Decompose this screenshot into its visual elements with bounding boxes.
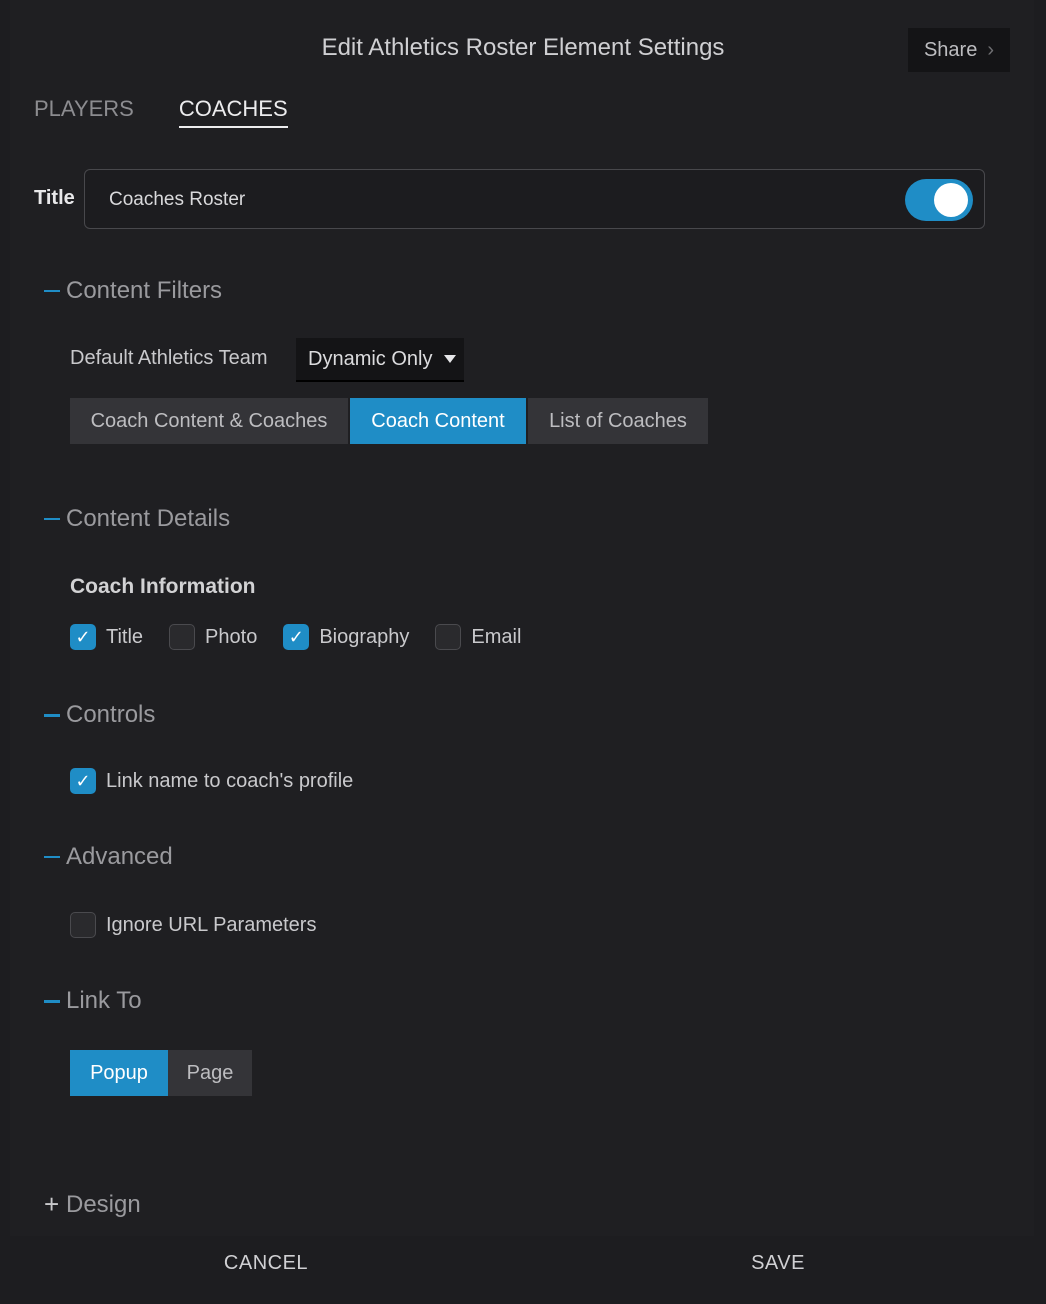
checkbox-title[interactable]: ✓ Title [70, 624, 143, 650]
checkbox-photo[interactable]: Photo [169, 624, 257, 650]
default-team-select[interactable]: Dynamic Only [296, 338, 464, 382]
title-input[interactable]: Coaches Roster [84, 169, 985, 229]
design-header[interactable]: + Design [44, 1189, 141, 1220]
default-team-value: Dynamic Only [308, 347, 433, 370]
controls-heading: Controls [66, 701, 156, 728]
collapse-minus-icon [44, 518, 60, 520]
expand-plus-icon: + [44, 1189, 60, 1219]
checkbox-empty-icon [70, 912, 96, 938]
checkbox-title-label: Title [106, 625, 144, 648]
title-label: Title [34, 187, 75, 209]
collapse-minus-icon [44, 290, 60, 292]
advanced-header[interactable]: Advanced [44, 843, 173, 871]
advanced-heading: Advanced [66, 843, 173, 870]
display-mode-segmented: Coach Content & Coaches Coach Content Li… [70, 398, 710, 444]
share-label: Share [923, 38, 978, 61]
tab-players[interactable]: PLAYERS [34, 96, 134, 128]
checkbox-email[interactable]: Email [435, 624, 521, 650]
link-to-segmented: Popup Page [70, 1050, 254, 1096]
collapse-minus-icon [44, 999, 60, 1003]
modal-footer: CANCEL SAVE [0, 1236, 1046, 1304]
checkbox-empty-icon [169, 624, 196, 650]
controls-header[interactable]: Controls [44, 701, 155, 729]
content-details-header[interactable]: Content Details [44, 505, 230, 533]
checkbox-email-label: Email [471, 625, 522, 648]
chevron-right-icon: › [987, 38, 995, 61]
design-heading: Design [66, 1190, 141, 1218]
checkbox-empty-icon [435, 624, 462, 650]
link-name-label: Link name to coach's profile [106, 769, 354, 792]
edit-settings-modal: Edit Athletics Roster Element Settings S… [0, 0, 1046, 1304]
option-coach-content-and-coaches[interactable]: Coach Content & Coaches [70, 398, 348, 444]
coach-information-subheading: Coach Information [70, 575, 256, 598]
coach-info-checkboxes: ✓ Title Photo ✓ Biography Email [70, 624, 547, 650]
cancel-button[interactable]: CANCEL [116, 1252, 416, 1275]
checkmark-icon: ✓ [70, 624, 96, 650]
checkbox-ignore-url[interactable]: Ignore URL Parameters [70, 912, 316, 938]
link-to-header[interactable]: Link To [44, 987, 142, 1015]
checkbox-biography-label: Biography [319, 625, 410, 648]
share-button[interactable]: Share › [908, 28, 1010, 72]
checkmark-icon: ✓ [283, 624, 310, 650]
option-list-of-coaches[interactable]: List of Coaches [528, 398, 708, 444]
content-filters-heading: Content Filters [66, 277, 223, 304]
checkbox-photo-label: Photo [205, 625, 258, 648]
option-popup[interactable]: Popup [70, 1050, 168, 1096]
ignore-url-label: Ignore URL Parameters [106, 913, 317, 936]
option-page[interactable]: Page [168, 1050, 252, 1096]
content-details-heading: Content Details [66, 505, 231, 532]
caret-down-icon [444, 355, 456, 363]
option-coach-content[interactable]: Coach Content [350, 398, 526, 444]
modal-title: Edit Athletics Roster Element Settings [321, 34, 725, 61]
link-to-heading: Link To [66, 987, 142, 1014]
title-input-value: Coaches Roster [109, 189, 246, 210]
title-visibility-toggle[interactable] [905, 179, 973, 221]
save-button[interactable]: SAVE [628, 1252, 928, 1275]
default-team-label: Default Athletics Team [70, 347, 268, 369]
collapse-minus-icon [44, 713, 60, 717]
checkbox-biography[interactable]: ✓ Biography [283, 624, 409, 650]
tab-coaches[interactable]: COACHES [178, 96, 288, 128]
checkmark-icon: ✓ [70, 768, 96, 794]
checkbox-link-name[interactable]: ✓ Link name to coach's profile [70, 768, 353, 794]
content-filters-header[interactable]: Content Filters [44, 277, 222, 305]
tab-bar: PLAYERS COACHES [34, 96, 288, 128]
collapse-minus-icon [44, 856, 60, 858]
toggle-knob [934, 183, 968, 217]
